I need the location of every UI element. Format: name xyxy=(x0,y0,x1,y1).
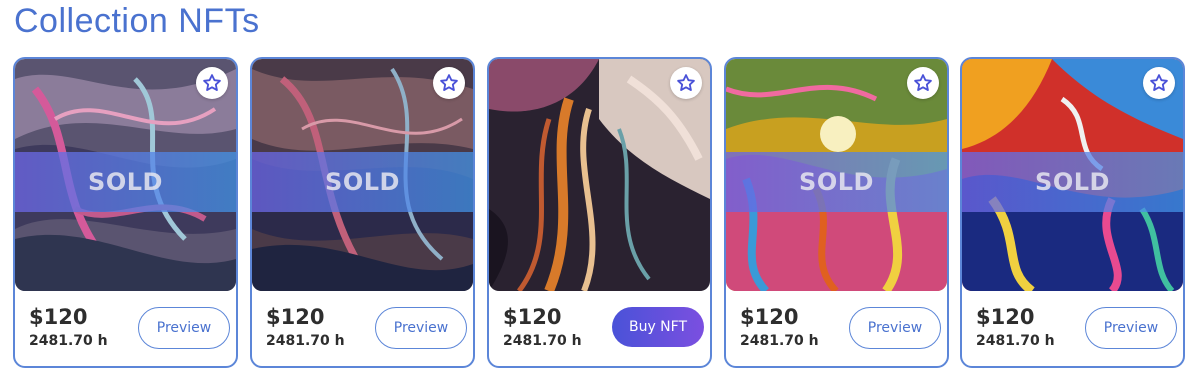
nft-card[interactable]: $120 2481.70 h Buy NFT xyxy=(487,57,712,368)
sold-banner: SOLD xyxy=(962,152,1183,212)
sold-banner: SOLD xyxy=(726,152,947,212)
nft-price: $120 xyxy=(29,305,88,329)
sold-label: SOLD xyxy=(88,168,163,196)
star-icon xyxy=(677,74,695,92)
nft-card[interactable]: SOLD $120 2481.70 h Preview xyxy=(724,57,949,368)
star-icon xyxy=(440,74,458,92)
buy-nft-button[interactable]: Buy NFT xyxy=(612,307,704,347)
nft-price: $120 xyxy=(503,305,562,329)
preview-button[interactable]: Preview xyxy=(1085,307,1177,349)
sold-banner: SOLD xyxy=(252,152,473,212)
nft-hours: 2481.70 h xyxy=(266,333,345,349)
nft-card[interactable]: SOLD $120 2481.70 h Preview xyxy=(13,57,238,368)
nft-card[interactable]: SOLD $120 2481.70 h Preview xyxy=(960,57,1185,368)
sold-label: SOLD xyxy=(325,168,400,196)
preview-button[interactable]: Preview xyxy=(849,307,941,349)
sold-label: SOLD xyxy=(1035,168,1110,196)
nft-price: $120 xyxy=(976,305,1035,329)
nft-hours: 2481.70 h xyxy=(976,333,1055,349)
favorite-button[interactable] xyxy=(907,67,939,99)
preview-button[interactable]: Preview xyxy=(138,307,230,349)
sold-banner: SOLD xyxy=(15,152,236,212)
favorite-button[interactable] xyxy=(433,67,465,99)
star-icon xyxy=(914,74,932,92)
nft-card[interactable]: SOLD $120 2481.70 h Preview xyxy=(250,57,475,368)
favorite-button[interactable] xyxy=(1143,67,1175,99)
nft-hours: 2481.70 h xyxy=(29,333,108,349)
nft-hours: 2481.70 h xyxy=(503,333,582,349)
sold-label: SOLD xyxy=(799,168,874,196)
favorite-button[interactable] xyxy=(196,67,228,99)
preview-button[interactable]: Preview xyxy=(375,307,467,349)
favorite-button[interactable] xyxy=(670,67,702,99)
page-title: Collection NFTs xyxy=(14,2,260,40)
star-icon xyxy=(1150,74,1168,92)
nft-price: $120 xyxy=(266,305,325,329)
nft-price: $120 xyxy=(740,305,799,329)
nft-hours: 2481.70 h xyxy=(740,333,819,349)
star-icon xyxy=(203,74,221,92)
